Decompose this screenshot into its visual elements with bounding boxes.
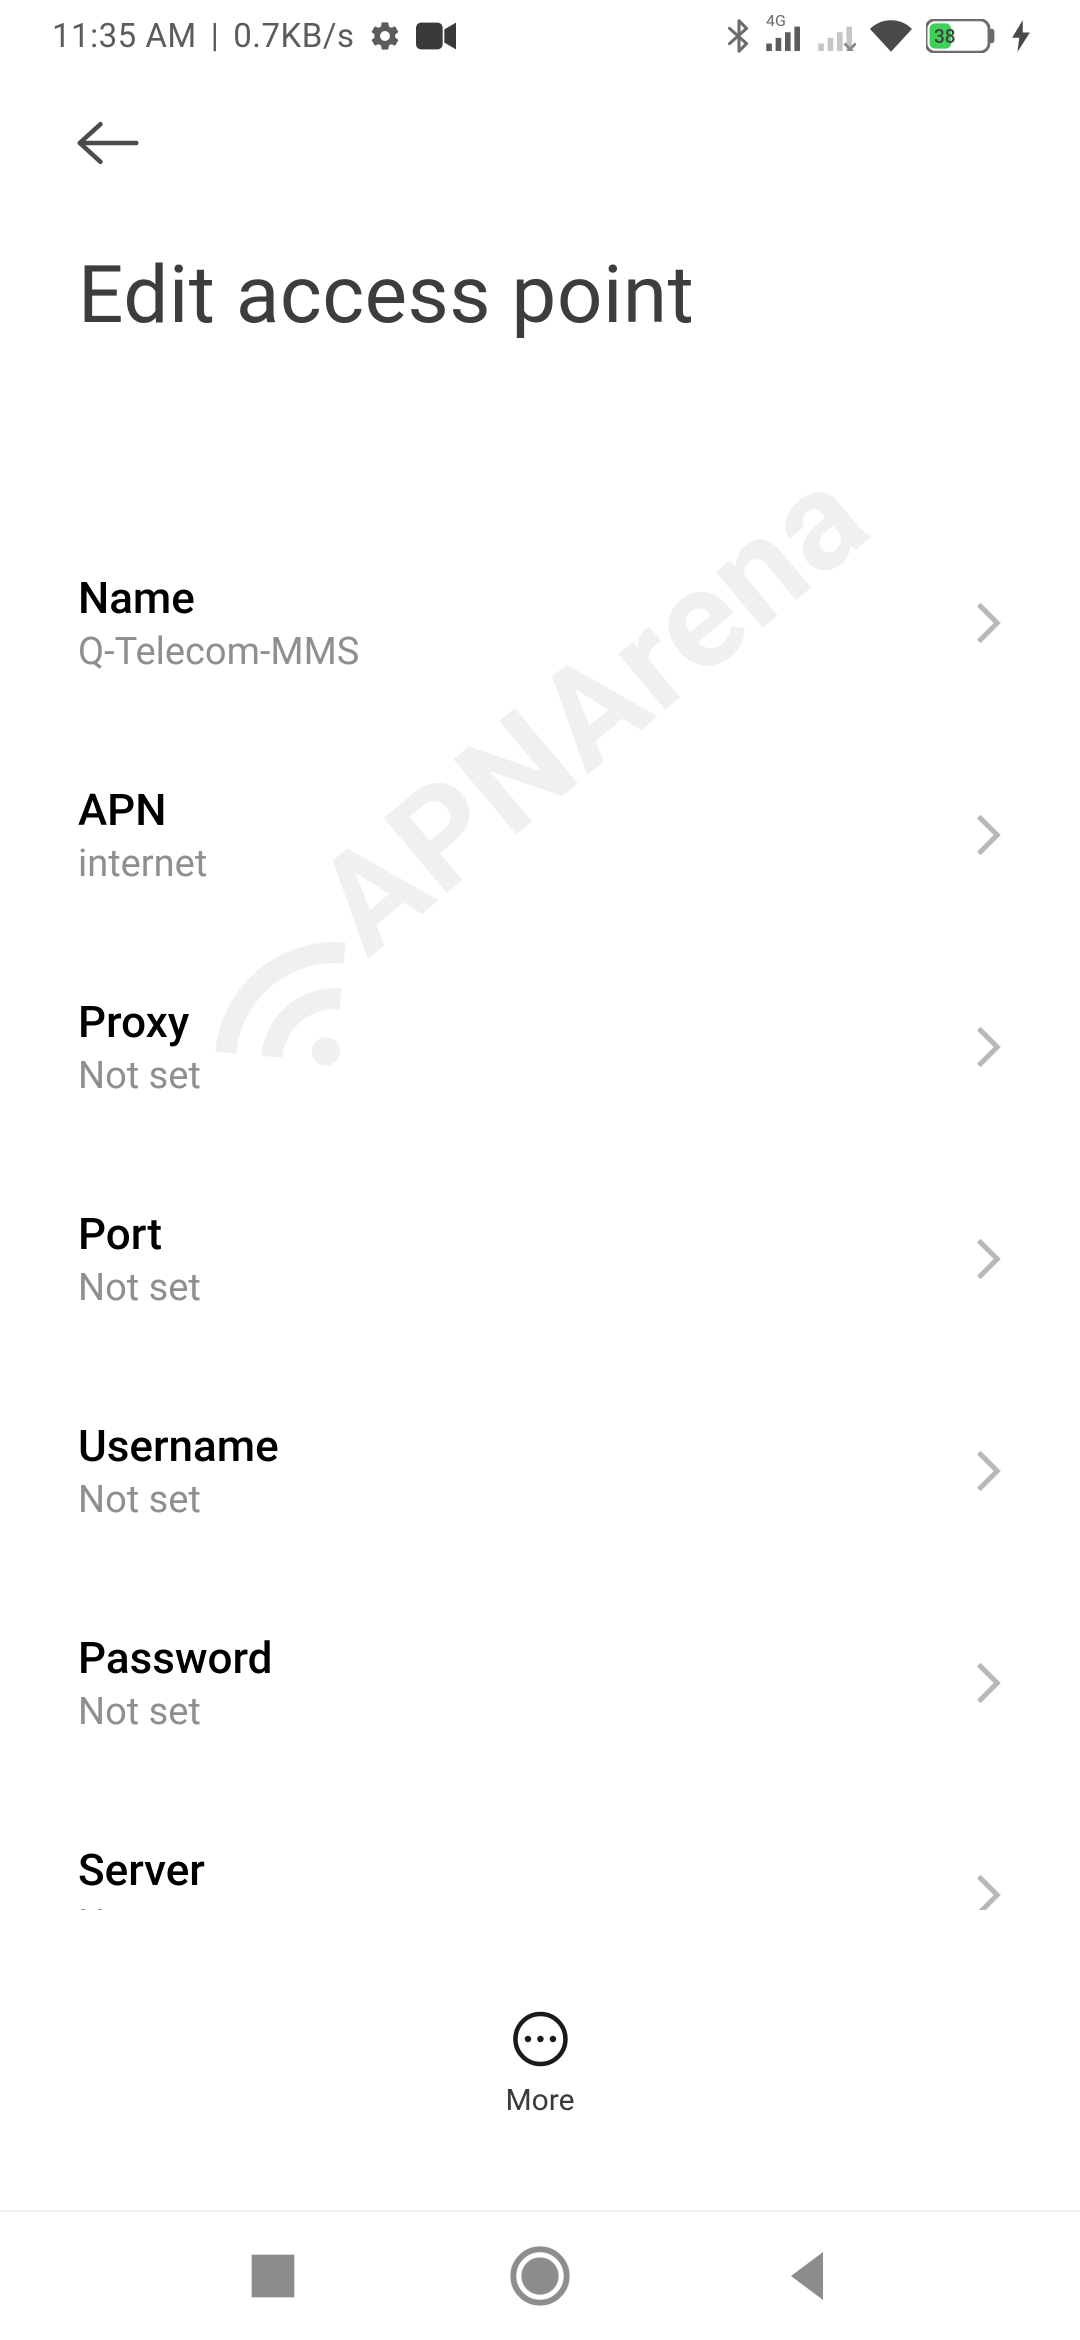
video-icon (416, 22, 456, 50)
more-icon (510, 2009, 570, 2069)
row-apn[interactable]: APN internet (0, 732, 1080, 938)
chevron-right-icon (974, 1024, 1002, 1070)
row-label: APN (78, 784, 207, 836)
row-name[interactable]: Name Q-Telecom-MMS (0, 520, 1080, 726)
row-value: Q-Telecom-MMS (78, 630, 359, 674)
row-server[interactable]: Server Not set (0, 1792, 1080, 1910)
more-button[interactable]: More (505, 2009, 574, 2118)
row-username[interactable]: Username Not set (0, 1368, 1080, 1574)
android-navbar (0, 2210, 1080, 2340)
row-value: Not set (78, 1266, 201, 1310)
settings-list: Name Q-Telecom-MMS APN internet Proxy No… (0, 520, 1080, 1910)
status-bar: 11:35 AM | 0.7KB/s 4G 38 (0, 0, 1080, 72)
appbar (0, 72, 1080, 184)
row-proxy[interactable]: Proxy Not set (0, 944, 1080, 1150)
status-left: 11:35 AM | 0.7KB/s (52, 17, 456, 56)
chevron-right-icon (974, 1872, 1002, 1910)
chevron-right-icon (974, 1660, 1002, 1706)
row-port[interactable]: Port Not set (0, 1156, 1080, 1362)
nav-recents-button[interactable] (241, 2244, 305, 2308)
status-net-type: 4G (766, 11, 786, 30)
row-label: Username (78, 1420, 279, 1472)
gear-icon (368, 19, 402, 53)
back-arrow-icon (76, 120, 140, 166)
chevron-right-icon (974, 1448, 1002, 1494)
row-value: internet (78, 842, 207, 886)
page-title: Edit access point (0, 184, 1080, 354)
status-net-speed: 0.7KB/s (233, 17, 354, 56)
square-icon (241, 2244, 305, 2308)
status-separator: | (211, 17, 220, 56)
back-button[interactable] (76, 120, 140, 166)
row-label: Server (78, 1844, 205, 1896)
row-label: Name (78, 572, 359, 624)
wifi-icon (870, 20, 912, 52)
status-time: 11:35 AM (52, 17, 197, 56)
charging-icon (1012, 20, 1030, 52)
chevron-right-icon (974, 812, 1002, 858)
nav-back-button[interactable] (775, 2244, 839, 2308)
signal-4g-icon: 4G (766, 21, 804, 51)
signal-nosim-icon (818, 21, 856, 51)
row-label: Proxy (78, 996, 201, 1048)
triangle-left-icon (775, 2244, 839, 2308)
more-label: More (505, 2083, 574, 2118)
circle-icon (508, 2244, 572, 2308)
status-right: 4G 38 (726, 17, 1030, 55)
battery-percentage: 38 (934, 25, 956, 48)
nav-home-button[interactable] (508, 2244, 572, 2308)
row-label: Port (78, 1208, 201, 1260)
bluetooth-icon (726, 17, 752, 55)
chevron-right-icon (974, 1236, 1002, 1282)
row-value: Not set (78, 1690, 272, 1734)
row-value: Not set (78, 1054, 201, 1098)
chevron-right-icon (974, 600, 1002, 646)
row-password[interactable]: Password Not set (0, 1580, 1080, 1786)
row-label: Password (78, 1632, 272, 1684)
row-value: Not set (78, 1478, 279, 1522)
battery-icon: 38 (926, 19, 998, 53)
row-value: Not set (78, 1902, 205, 1910)
